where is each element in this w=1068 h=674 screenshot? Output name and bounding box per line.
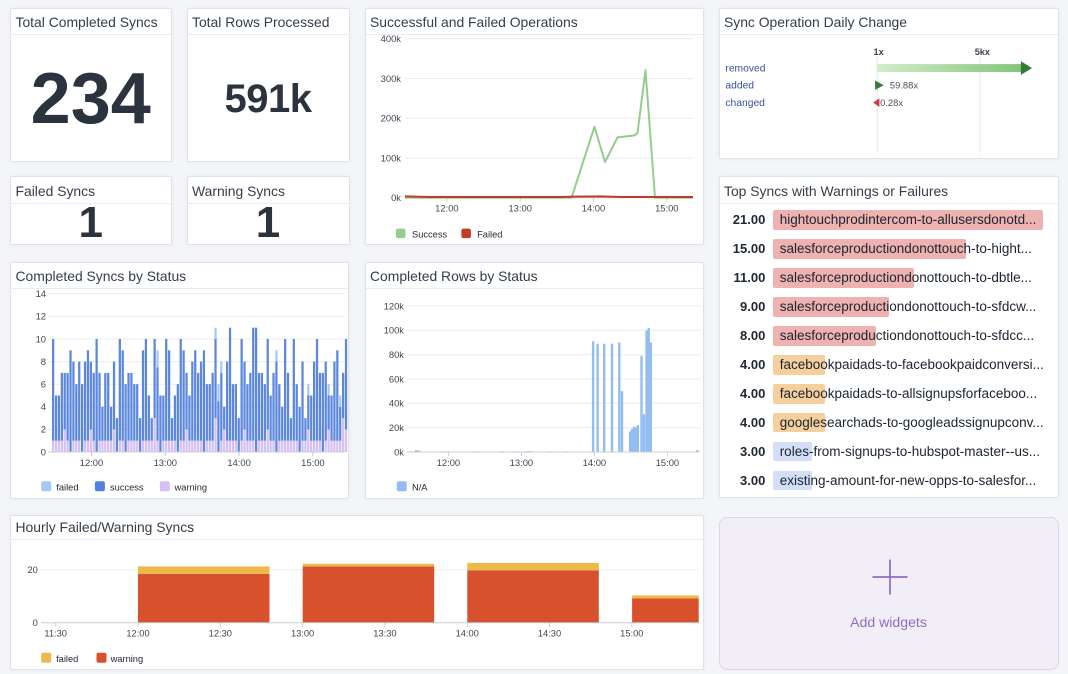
svg-text:14:00: 14:00 [581, 203, 604, 214]
svg-text:failed: failed [56, 483, 78, 493]
svg-text:added: added [725, 81, 754, 92]
svg-text:13:00: 13:00 [509, 457, 532, 468]
svg-text:200k: 200k [380, 113, 401, 124]
svg-text:40k: 40k [388, 398, 403, 409]
svg-text:warning: warning [110, 653, 144, 663]
svg-text:2: 2 [41, 424, 46, 435]
svg-text:14:00: 14:00 [456, 628, 479, 638]
svg-text:failed: failed [56, 653, 78, 663]
svg-text:10: 10 [36, 333, 46, 344]
svg-text:11:30: 11:30 [44, 628, 67, 638]
svg-text:12:00: 12:00 [435, 203, 458, 214]
svg-text:5kx: 5kx [974, 47, 990, 57]
svg-text:1x: 1x [873, 47, 884, 57]
svg-text:60k: 60k [388, 373, 403, 384]
svg-text:20: 20 [27, 565, 37, 575]
svg-text:13:30: 13:30 [373, 628, 396, 638]
svg-text:12:30: 12:30 [209, 628, 232, 638]
svg-text:0k: 0k [391, 192, 401, 203]
svg-text:12:00: 12:00 [80, 457, 103, 468]
svg-text:0: 0 [33, 618, 38, 628]
svg-text:12:00: 12:00 [436, 457, 459, 468]
svg-text:300k: 300k [380, 73, 401, 84]
svg-text:0.28x: 0.28x [880, 97, 903, 108]
svg-text:14: 14 [36, 288, 46, 299]
svg-text:80k: 80k [388, 349, 403, 360]
svg-text:0k: 0k [394, 446, 404, 457]
svg-text:success: success [110, 483, 144, 493]
svg-text:13:00: 13:00 [508, 203, 531, 214]
svg-text:59.88x: 59.88x [889, 79, 917, 90]
svg-text:13:00: 13:00 [154, 457, 177, 468]
svg-text:warning: warning [174, 483, 208, 493]
svg-text:4: 4 [41, 401, 46, 412]
svg-text:13:00: 13:00 [291, 628, 314, 638]
svg-text:14:00: 14:00 [227, 457, 250, 468]
svg-text:changed: changed [725, 98, 765, 109]
svg-text:Success: Success [412, 229, 447, 239]
svg-text:15:00: 15:00 [301, 457, 324, 468]
svg-text:12:00: 12:00 [126, 628, 149, 638]
svg-text:8: 8 [41, 356, 46, 367]
svg-text:Failed: Failed [477, 229, 502, 239]
svg-text:15:00: 15:00 [655, 457, 678, 468]
svg-text:15:00: 15:00 [655, 203, 678, 214]
svg-text:400k: 400k [380, 33, 401, 44]
svg-text:N/A: N/A [412, 483, 428, 493]
svg-text:14:30: 14:30 [538, 628, 561, 638]
svg-text:0: 0 [41, 446, 46, 457]
svg-text:15:00: 15:00 [620, 628, 643, 638]
svg-text:100k: 100k [383, 325, 404, 336]
svg-text:20k: 20k [388, 422, 403, 433]
svg-text:12: 12 [36, 311, 46, 322]
svg-text:6: 6 [41, 379, 46, 390]
svg-text:removed: removed [725, 63, 765, 74]
svg-text:14:00: 14:00 [582, 457, 605, 468]
svg-text:100k: 100k [380, 152, 401, 163]
svg-text:120k: 120k [383, 300, 404, 311]
